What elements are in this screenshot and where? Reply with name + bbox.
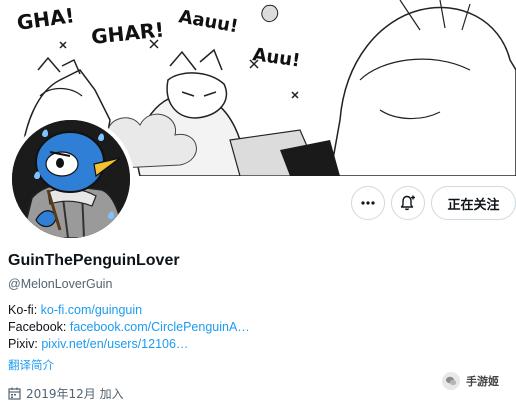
watermark-text: 手游姬 [466, 375, 499, 388]
user-handle: @MelonLoverGuin [8, 277, 113, 291]
profile-avatar[interactable] [8, 116, 134, 242]
following-button[interactable]: 正在关注 [431, 186, 516, 220]
penguin-avatar-image [12, 120, 130, 238]
kofi-link[interactable]: ko-fi.com/guinguin [41, 303, 142, 317]
bio-line-facebook: Facebook: facebook.com/CirclePenguinA… [8, 319, 250, 336]
facebook-label: Facebook: [8, 320, 70, 334]
pixiv-link[interactable]: pixiv.net/en/users/12106… [41, 337, 188, 351]
more-horizontal-icon [361, 201, 375, 205]
display-name: GuinThePenguinLover [8, 252, 180, 269]
more-options-button[interactable] [351, 186, 385, 220]
notifications-button[interactable] [391, 186, 425, 220]
bio-line-pixiv: Pixiv: pixiv.net/en/users/12106… [8, 336, 250, 353]
wechat-icon [442, 372, 460, 390]
kofi-label: Ko-fi: [8, 303, 41, 317]
joined-date: 2019年12月 加入 [8, 385, 124, 402]
notification-bell-icon [400, 195, 415, 211]
pixiv-label: Pixiv: [8, 337, 42, 351]
bio-line-kofi: Ko-fi: ko-fi.com/guinguin [8, 302, 250, 319]
profile-bio: Ko-fi: ko-fi.com/guinguin Facebook: face… [8, 302, 250, 353]
facebook-link[interactable]: facebook.com/CirclePenguinA… [70, 320, 250, 334]
joined-text: 2019年12月 加入 [26, 387, 124, 401]
translate-bio-link[interactable]: 翻译简介 [8, 357, 54, 373]
watermark: 手游姬 [442, 372, 499, 390]
calendar-icon [8, 387, 21, 400]
